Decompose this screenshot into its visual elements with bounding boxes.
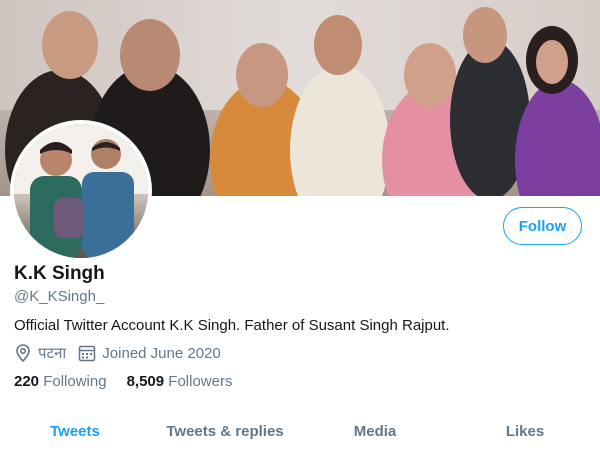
- tab-likes[interactable]: Likes: [450, 410, 600, 453]
- followers-count: 8,509: [126, 373, 165, 390]
- tab-tweets-and-replies[interactable]: Tweets & replies: [150, 410, 300, 453]
- profile-tabs: Tweets Tweets & replies Media Likes: [0, 410, 600, 453]
- avatar-photo: [14, 124, 148, 258]
- joined-text: Joined June 2020: [102, 344, 221, 362]
- profile-stats: 220 Following 8,509 Followers: [14, 373, 252, 390]
- location-text: पटना: [38, 345, 67, 362]
- profile-name: K.K Singh: [14, 263, 105, 284]
- profile-meta: पटना Joined June 2020: [14, 343, 233, 363]
- following-link[interactable]: 220 Following: [14, 373, 107, 390]
- location-item: पटना: [14, 343, 66, 363]
- profile-handle: @K_KSingh_: [14, 288, 105, 305]
- tab-media[interactable]: Media: [300, 410, 450, 453]
- following-count: 220: [14, 373, 40, 390]
- follow-button[interactable]: Follow: [503, 207, 582, 245]
- followers-label: Followers: [168, 373, 233, 390]
- following-label: Following: [43, 373, 107, 390]
- tab-tweets[interactable]: Tweets: [0, 410, 150, 453]
- joined-item: Joined June 2020: [78, 344, 221, 362]
- followers-link[interactable]: 8,509 Followers: [127, 373, 233, 390]
- location-pin-icon: [14, 344, 32, 362]
- profile-bio: Official Twitter Account K.K Singh. Fath…: [14, 317, 450, 334]
- profile-avatar[interactable]: [10, 120, 152, 262]
- calendar-icon: [78, 344, 96, 362]
